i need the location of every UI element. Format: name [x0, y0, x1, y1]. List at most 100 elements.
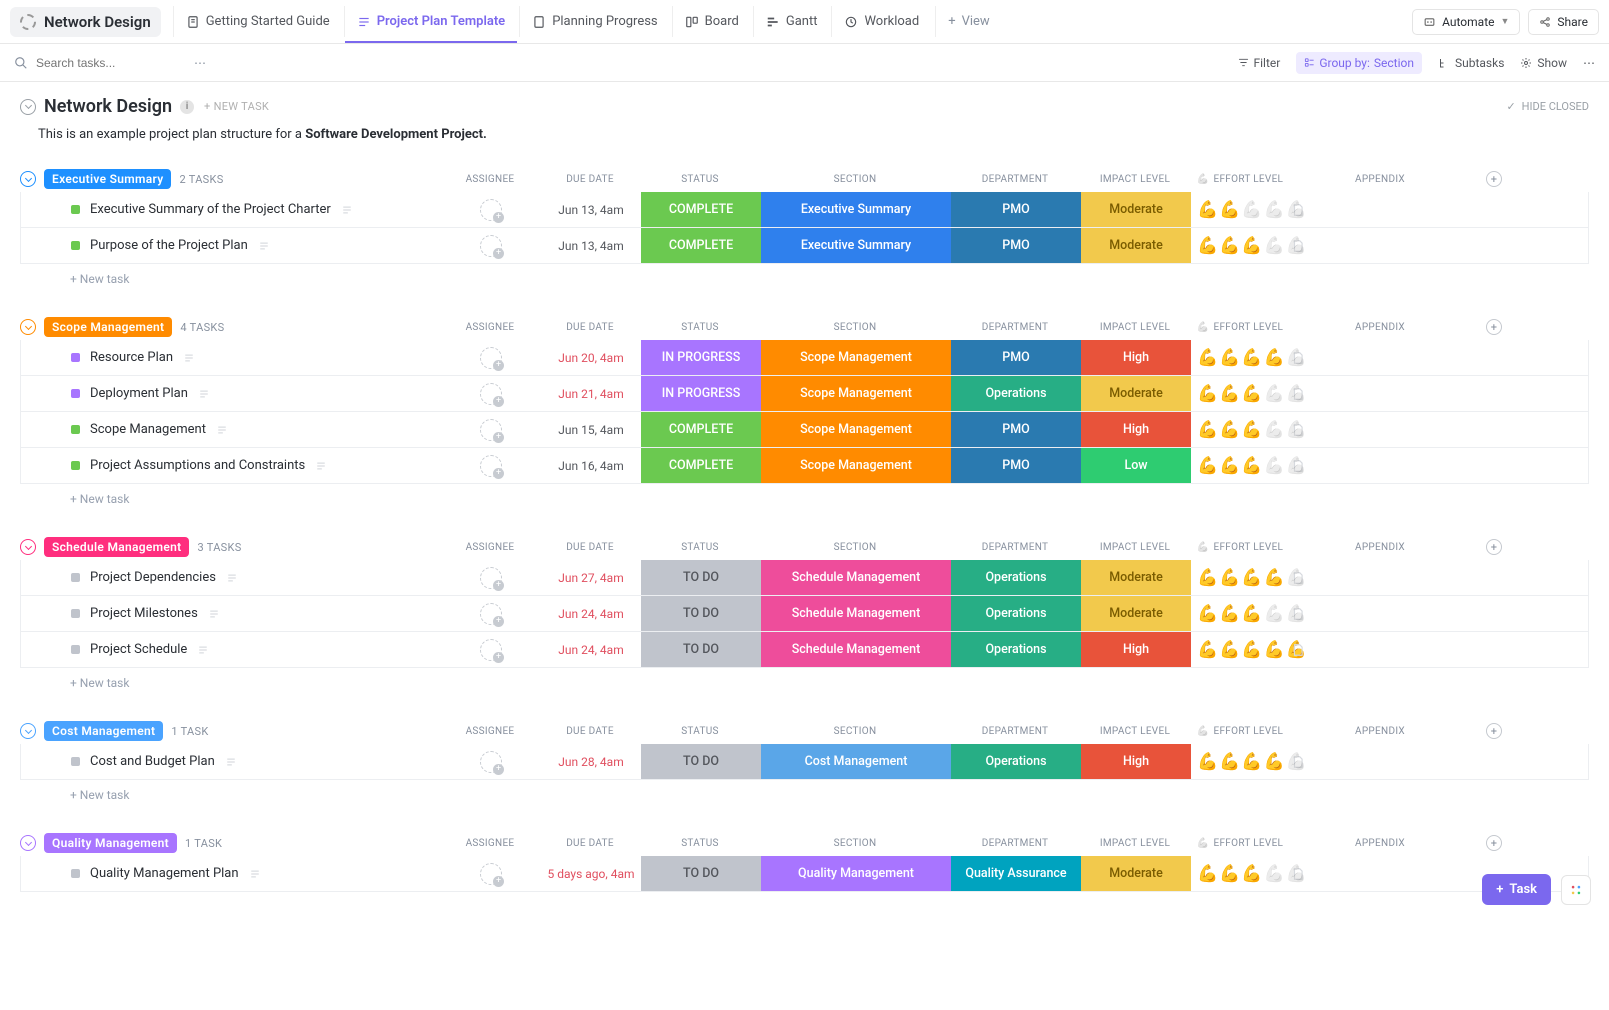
show-button[interactable]: Show: [1520, 56, 1567, 70]
status-cell[interactable]: COMPLETE: [641, 228, 761, 263]
effort-cell[interactable]: 💪💪💪💪💪: [1191, 604, 1291, 624]
section-cell[interactable]: Cost Management: [761, 744, 951, 779]
group-pill[interactable]: Cost Management: [44, 721, 163, 741]
assignee-add[interactable]: [480, 455, 502, 477]
description-icon[interactable]: [225, 757, 237, 767]
status-dot[interactable]: [71, 241, 80, 250]
effort-cell[interactable]: 💪💪💪💪💪: [1191, 420, 1291, 440]
appendix-cell[interactable]: [1291, 386, 1471, 402]
appendix-cell[interactable]: [1291, 570, 1471, 586]
due-date[interactable]: Jun 21, 4am: [541, 387, 641, 401]
task-row[interactable]: Cost and Budget Plan Jun 28, 4am TO DO C…: [20, 744, 1589, 780]
project-chip[interactable]: Network Design: [10, 7, 161, 37]
status-cell[interactable]: COMPLETE: [641, 448, 761, 483]
group-pill[interactable]: Quality Management: [44, 833, 177, 853]
department-cell[interactable]: Operations: [951, 560, 1081, 595]
impact-cell[interactable]: High: [1081, 340, 1191, 375]
task-row[interactable]: Purpose of the Project Plan Jun 13, 4am …: [20, 228, 1589, 264]
status-dot[interactable]: [71, 869, 80, 878]
task-row[interactable]: Project Schedule Jun 24, 4am TO DO Sched…: [20, 632, 1589, 668]
due-date[interactable]: Jun 16, 4am: [541, 459, 641, 473]
effort-cell[interactable]: 💪💪💪💪💪: [1191, 236, 1291, 256]
department-cell[interactable]: Operations: [951, 744, 1081, 779]
task-row[interactable]: Executive Summary of the Project Charter…: [20, 192, 1589, 228]
section-cell[interactable]: Scope Management: [761, 412, 951, 447]
group-pill[interactable]: Scope Management: [44, 317, 172, 337]
tab-project-plan-template[interactable]: Project Plan Template: [344, 6, 517, 37]
task-row[interactable]: Resource Plan Jun 20, 4am IN PROGRESS Sc…: [20, 340, 1589, 376]
appendix-cell[interactable]: [1291, 238, 1471, 254]
appendix-cell[interactable]: [1291, 606, 1471, 622]
description-icon[interactable]: [258, 241, 270, 251]
status-cell[interactable]: TO DO: [641, 596, 761, 631]
description-icon[interactable]: [341, 205, 353, 215]
effort-cell[interactable]: 💪💪💪💪💪: [1191, 384, 1291, 404]
impact-cell[interactable]: Low: [1081, 448, 1191, 483]
section-cell[interactable]: Scope Management: [761, 448, 951, 483]
department-cell[interactable]: PMO: [951, 228, 1081, 263]
more-icon[interactable]: ⋯: [186, 56, 214, 70]
assignee-add[interactable]: [480, 383, 502, 405]
description-icon[interactable]: [198, 389, 210, 399]
department-cell[interactable]: PMO: [951, 340, 1081, 375]
department-cell[interactable]: PMO: [951, 192, 1081, 227]
section-cell[interactable]: Schedule Management: [761, 596, 951, 631]
tab-planning-progress[interactable]: Planning Progress: [519, 6, 669, 37]
assignee-add[interactable]: [480, 199, 502, 221]
section-cell[interactable]: Schedule Management: [761, 632, 951, 667]
page-collapse-icon[interactable]: [20, 99, 36, 115]
impact-cell[interactable]: High: [1081, 632, 1191, 667]
appendix-cell[interactable]: [1291, 202, 1471, 218]
tab-board[interactable]: Board: [672, 6, 751, 37]
task-row[interactable]: Project Dependencies Jun 27, 4am TO DO S…: [20, 560, 1589, 596]
department-cell[interactable]: PMO: [951, 412, 1081, 447]
appendix-cell[interactable]: [1291, 458, 1471, 474]
effort-cell[interactable]: 💪💪💪💪💪: [1191, 864, 1291, 884]
assignee-add[interactable]: [480, 347, 502, 369]
automate-button[interactable]: Automate ▼: [1412, 9, 1520, 35]
task-row[interactable]: Project Assumptions and Constraints Jun …: [20, 448, 1589, 484]
assignee-add[interactable]: [480, 863, 502, 885]
assignee-add[interactable]: [480, 603, 502, 625]
status-dot[interactable]: [71, 461, 80, 470]
section-cell[interactable]: Executive Summary: [761, 228, 951, 263]
subtasks-button[interactable]: Subtasks: [1438, 56, 1504, 70]
description-icon[interactable]: [216, 425, 228, 435]
section-cell[interactable]: Scope Management: [761, 340, 951, 375]
effort-cell[interactable]: 💪💪💪💪💪: [1191, 348, 1291, 368]
status-dot[interactable]: [71, 757, 80, 766]
section-cell[interactable]: Executive Summary: [761, 192, 951, 227]
status-cell[interactable]: IN PROGRESS: [641, 340, 761, 375]
task-row[interactable]: Deployment Plan Jun 21, 4am IN PROGRESS …: [20, 376, 1589, 412]
department-cell[interactable]: Operations: [951, 596, 1081, 631]
impact-cell[interactable]: High: [1081, 744, 1191, 779]
apps-fab[interactable]: [1561, 875, 1591, 905]
share-button[interactable]: Share: [1528, 9, 1599, 35]
task-row[interactable]: Project Milestones Jun 24, 4am TO DO Sch…: [20, 596, 1589, 632]
status-dot[interactable]: [71, 425, 80, 434]
tab-workload[interactable]: Workload: [831, 6, 931, 37]
group-collapse-icon[interactable]: [20, 723, 36, 739]
due-date[interactable]: Jun 24, 4am: [541, 643, 641, 657]
new-task-row[interactable]: + New task: [20, 484, 1589, 506]
status-cell[interactable]: TO DO: [641, 744, 761, 779]
group-pill[interactable]: Schedule Management: [44, 537, 189, 557]
status-cell[interactable]: TO DO: [641, 856, 761, 891]
due-date[interactable]: 5 days ago, 4am: [541, 867, 641, 881]
status-dot[interactable]: [71, 353, 80, 362]
effort-cell[interactable]: 💪💪💪💪💪: [1191, 752, 1291, 772]
status-dot[interactable]: [71, 389, 80, 398]
department-cell[interactable]: Quality Assurance: [951, 856, 1081, 891]
more-menu-icon[interactable]: ⋯: [1583, 56, 1595, 70]
effort-cell[interactable]: 💪💪💪💪💪: [1191, 568, 1291, 588]
filter-button[interactable]: Filter: [1238, 56, 1281, 70]
impact-cell[interactable]: High: [1081, 412, 1191, 447]
group-collapse-icon[interactable]: [20, 539, 36, 555]
appendix-cell[interactable]: [1291, 642, 1471, 658]
description-icon[interactable]: [249, 869, 261, 879]
assignee-add[interactable]: [480, 639, 502, 661]
impact-cell[interactable]: Moderate: [1081, 376, 1191, 411]
impact-cell[interactable]: Moderate: [1081, 192, 1191, 227]
status-cell[interactable]: TO DO: [641, 560, 761, 595]
appendix-cell[interactable]: [1291, 350, 1471, 366]
